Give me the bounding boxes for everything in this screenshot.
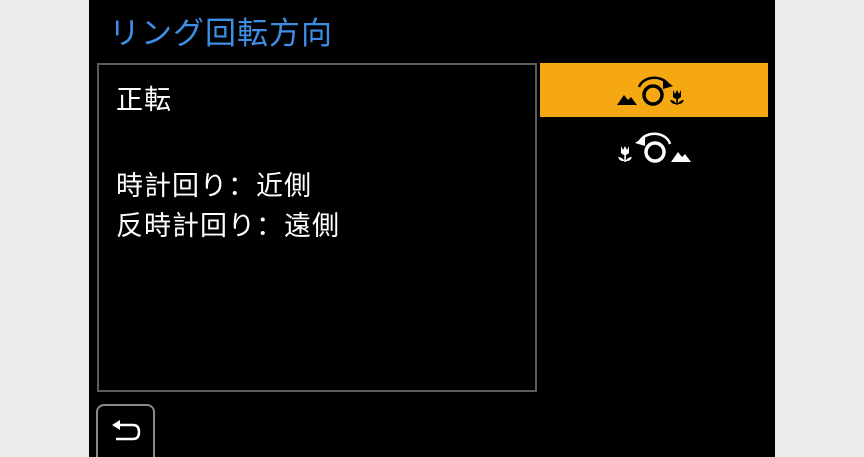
description-line-counterclockwise: 反時計回り：遠側 (116, 211, 340, 242)
description-panel: 正転 時計回り：近側 反時計回り：遠側 (97, 63, 537, 392)
camera-menu-screen: リング回転方向 正転 時計回り：近側 反時計回り：遠側 (89, 0, 775, 457)
option-reverse-rotation[interactable] (540, 121, 768, 175)
return-arrow-icon (111, 420, 140, 441)
description-heading: 正転 (116, 85, 172, 116)
rotation-options-list (540, 63, 768, 175)
rotate-clockwise-near-icon (617, 76, 684, 106)
description-line-clockwise: 時計回り：近側 (116, 171, 312, 202)
rotate-counterclockwise-far-icon (618, 132, 691, 163)
back-button[interactable] (96, 404, 155, 457)
option-normal-rotation[interactable] (540, 63, 768, 117)
page-title: リング回転方向 (109, 16, 333, 52)
